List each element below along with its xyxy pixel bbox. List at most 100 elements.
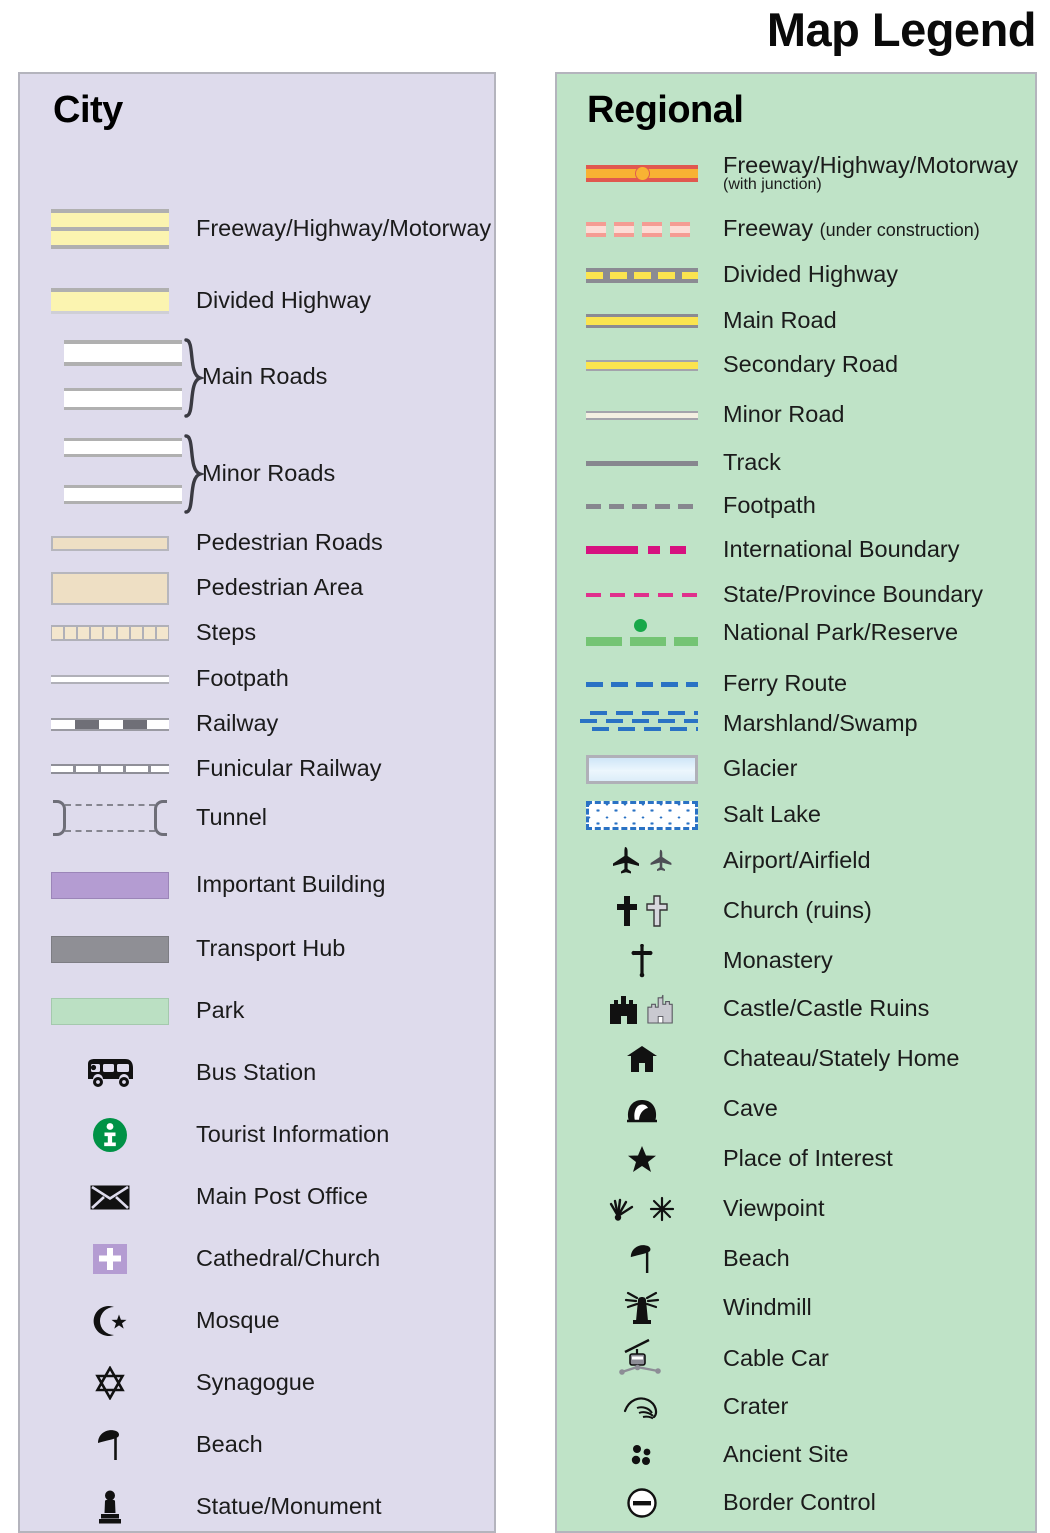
regional-legend-panel: Regional Freeway/Highway/Motorway (with … <box>555 72 1037 1533</box>
legend-row-main-road[interactable]: Main Road <box>557 304 1035 338</box>
legend-label: Church (ruins) <box>723 897 872 924</box>
steps-swatch <box>42 616 178 650</box>
legend-label: National Park/Reserve <box>723 619 959 646</box>
marshland-pattern <box>577 702 707 746</box>
envelope-icon <box>42 1180 178 1214</box>
secondary-road-line <box>577 348 707 382</box>
legend-row-viewpoint[interactable]: Viewpoint <box>557 1192 1035 1226</box>
ancient-site-icon <box>577 1438 707 1472</box>
legend-row-freeway-under-construction[interactable]: Freeway (under construction) <box>557 212 1035 246</box>
legend-row-divided-highway[interactable]: Divided Highway <box>20 284 494 318</box>
legend-row-divided-highway[interactable]: Divided Highway <box>557 258 1035 292</box>
legend-row-main-roads[interactable]: Main Roads <box>20 332 494 422</box>
legend-label: Railway <box>196 710 279 737</box>
legend-row-freeway-junction[interactable]: Freeway/Highway/Motorway (with junction) <box>557 153 1035 193</box>
legend-label: Castle/Castle Ruins <box>723 995 930 1022</box>
legend-label: Steps <box>196 619 257 646</box>
legend-row-international-boundary[interactable]: International Boundary <box>557 533 1035 567</box>
legend-row-cathedral-church[interactable]: Cathedral/Church <box>20 1242 494 1276</box>
legend-label: Monastery <box>723 947 833 974</box>
freeway-dashed-line <box>577 212 707 246</box>
legend-label: Viewpoint <box>723 1195 825 1222</box>
legend-label: Track <box>723 449 781 476</box>
legend-row-tourist-information[interactable]: Tourist Information <box>20 1118 494 1152</box>
legend-row-marshland[interactable]: Marshland/Swamp <box>557 702 1035 746</box>
legend-row-church-ruins[interactable]: Church (ruins) <box>557 894 1035 928</box>
legend-label: Divided Highway <box>723 261 899 288</box>
legend-row-airport-airfield[interactable]: Airport/Airfield <box>557 844 1035 878</box>
legend-row-freeway[interactable]: Freeway/Highway/Motorway <box>20 209 494 249</box>
legend-row-pedestrian-roads[interactable]: Pedestrian Roads <box>20 526 494 560</box>
legend-label: Windmill <box>723 1294 812 1321</box>
legend-row-cave[interactable]: Cave <box>557 1092 1035 1126</box>
crater-icon <box>577 1390 707 1424</box>
legend-row-secondary-road[interactable]: Secondary Road <box>557 348 1035 382</box>
legend-row-place-of-interest[interactable]: Place of Interest <box>557 1142 1035 1176</box>
star-icon <box>577 1142 707 1176</box>
legend-label: Airport/Airfield <box>723 847 871 874</box>
legend-row-salt-lake[interactable]: Salt Lake <box>557 795 1035 835</box>
park-swatch <box>42 994 178 1028</box>
legend-row-ferry-route[interactable]: Ferry Route <box>557 667 1035 701</box>
legend-row-synagogue[interactable]: Synagogue <box>20 1366 494 1400</box>
legend-label: Freeway (under construction) <box>723 216 980 241</box>
legend-label: Secondary Road <box>723 351 899 378</box>
legend-row-national-park[interactable]: National Park/Reserve <box>557 611 1035 655</box>
legend-label: Divided Highway <box>196 287 372 314</box>
brace-icon <box>184 338 206 418</box>
bus-icon <box>42 1056 178 1090</box>
monastery-cross-icon <box>577 944 707 978</box>
legend-label: Beach <box>723 1245 790 1272</box>
legend-row-transport-hub[interactable]: Transport Hub <box>20 932 494 966</box>
legend-row-crater[interactable]: Crater <box>557 1390 1035 1424</box>
legend-row-mosque[interactable]: Mosque <box>20 1304 494 1338</box>
legend-row-border-control[interactable]: Border Control <box>557 1486 1035 1520</box>
legend-row-track[interactable]: Track <box>557 446 1035 480</box>
statue-icon <box>42 1490 178 1524</box>
legend-row-monastery[interactable]: Monastery <box>557 944 1035 978</box>
legend-row-minor-roads[interactable]: Minor Roads <box>20 430 494 518</box>
legend-label-sub: (under construction) <box>819 220 980 241</box>
parasol-icon <box>42 1428 178 1462</box>
legend-label: Minor Roads <box>202 460 336 487</box>
legend-label: Place of Interest <box>723 1145 893 1172</box>
legend-row-beach[interactable]: Beach <box>557 1242 1035 1276</box>
legend-row-minor-road[interactable]: Minor Road <box>557 398 1035 432</box>
minor-road-line <box>577 398 707 432</box>
legend-row-chateau[interactable]: Chateau/Stately Home <box>557 1042 1035 1076</box>
legend-row-bus-station[interactable]: Bus Station <box>20 1056 494 1090</box>
brace-icon <box>184 434 206 514</box>
legend-row-footpath[interactable]: Footpath <box>20 662 494 696</box>
map-legend-root: Map Legend City Freeway/Highway/Motorway… <box>0 0 1050 1533</box>
legend-label: Tunnel <box>196 804 267 831</box>
airplane-pair-icon <box>577 844 707 878</box>
legend-row-beach[interactable]: Beach <box>20 1428 494 1462</box>
legend-label: Synagogue <box>196 1369 315 1396</box>
legend-label: Ferry Route <box>723 670 848 697</box>
legend-row-ancient-site[interactable]: Ancient Site <box>557 1438 1035 1472</box>
legend-row-footpath[interactable]: Footpath <box>557 489 1035 523</box>
legend-row-funicular-railway[interactable]: Funicular Railway <box>20 752 494 786</box>
legend-label: Statue/Monument <box>196 1493 382 1520</box>
divided-highway-line <box>577 258 707 292</box>
legend-row-tunnel[interactable]: Tunnel <box>20 790 494 846</box>
crescent-star-icon <box>42 1304 178 1338</box>
divided-highway-swatch <box>42 284 178 318</box>
city-legend-panel: City Freeway/Highway/Motorway Divided Hi… <box>18 72 496 1533</box>
legend-label: Main Road <box>723 307 837 334</box>
legend-row-statue-monument[interactable]: Statue/Monument <box>20 1490 494 1524</box>
legend-row-cable-car[interactable]: Cable Car <box>557 1337 1035 1381</box>
footpath-line <box>42 662 178 696</box>
legend-row-castle[interactable]: Castle/Castle Ruins <box>557 992 1035 1026</box>
legend-row-glacier[interactable]: Glacier <box>557 749 1035 789</box>
legend-row-state-boundary[interactable]: State/Province Boundary <box>557 578 1035 612</box>
legend-label: Main Roads <box>202 363 328 390</box>
legend-row-main-post-office[interactable]: Main Post Office <box>20 1180 494 1214</box>
legend-row-steps[interactable]: Steps <box>20 616 494 650</box>
legend-row-important-building[interactable]: Important Building <box>20 868 494 902</box>
legend-row-windmill[interactable]: Windmill <box>557 1291 1035 1325</box>
freeway-junction-line <box>577 157 707 191</box>
legend-row-railway[interactable]: Railway <box>20 707 494 741</box>
legend-row-pedestrian-area[interactable]: Pedestrian Area <box>20 571 494 605</box>
legend-row-park[interactable]: Park <box>20 994 494 1028</box>
